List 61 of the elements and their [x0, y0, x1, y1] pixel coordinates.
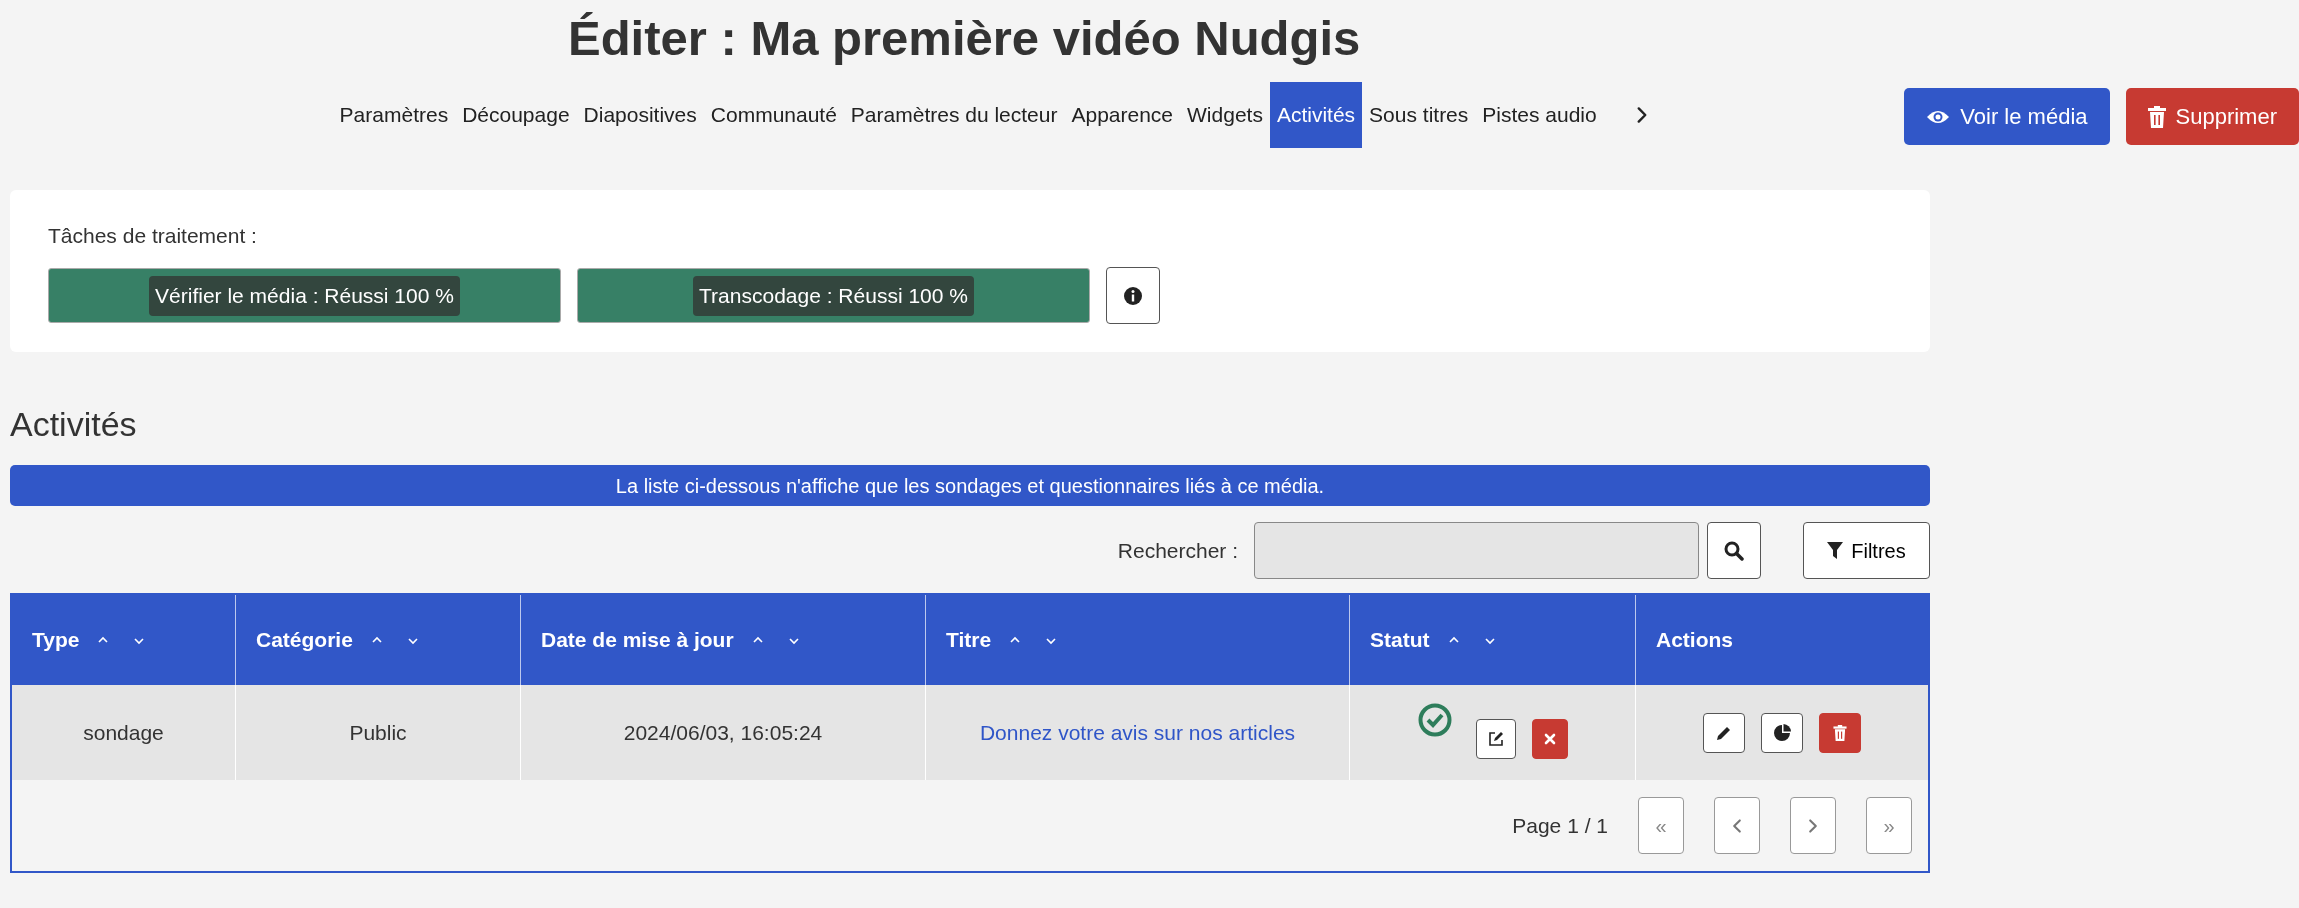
progress-label: Vérifier le média : Réussi 100 % [149, 276, 460, 316]
eye-icon [1926, 108, 1951, 125]
sort-icon [1447, 635, 1496, 646]
search-button[interactable] [1707, 522, 1761, 580]
column-header: Statut [1370, 627, 1430, 654]
pencil-icon [1716, 724, 1732, 741]
chevron-left-icon [1731, 816, 1743, 835]
search-field[interactable] [1254, 522, 1699, 580]
delete-button[interactable] [1819, 712, 1861, 753]
page-indicator: Page 1 / 1 [1512, 812, 1608, 839]
table-cell-text: 2024/06/03, 16:05:24 [623, 719, 823, 746]
tab[interactable]: Activités [1269, 81, 1363, 148]
sort-icon [97, 635, 146, 646]
last-page-button[interactable]: » [1866, 797, 1912, 855]
edit-button[interactable] [1703, 712, 1745, 753]
tab[interactable]: Widgets [1180, 81, 1270, 148]
processing-label: Tâches de traitement : [48, 222, 258, 249]
filter-icon [1827, 541, 1844, 560]
edit-button[interactable] [1475, 718, 1516, 759]
remove-button[interactable] [1531, 718, 1568, 759]
edit-icon [1487, 730, 1504, 747]
tab[interactable]: Paramètres [332, 81, 456, 148]
search-label: Rechercher : [1117, 537, 1238, 564]
column-header: Type [32, 627, 80, 654]
trash-icon [1833, 724, 1847, 741]
column-header: Titre [946, 627, 992, 654]
sort-icon [370, 635, 419, 646]
trash-icon [2147, 105, 2166, 128]
tab[interactable]: Communauté [703, 81, 844, 148]
title-link[interactable]: Donnez votre avis sur nos articles [979, 716, 1296, 749]
chevron-right-icon [1634, 105, 1649, 124]
column-header: Catégorie [256, 627, 353, 654]
tab[interactable]: Pistes audio [1475, 81, 1604, 148]
table-cell-text: Public [349, 719, 407, 746]
sort-icon [751, 635, 800, 646]
statistics-button[interactable] [1761, 712, 1803, 753]
delete-button[interactable]: Supprimer [2125, 88, 2299, 145]
chevron-right-icon [1807, 816, 1819, 835]
table-cell-text: sondage [83, 719, 164, 746]
pie-chart-icon [1773, 723, 1791, 742]
previous-page-button[interactable] [1714, 797, 1760, 855]
tab[interactable]: Sous titres [1362, 81, 1476, 148]
close-icon [1543, 732, 1556, 745]
info-icon [1123, 285, 1143, 306]
next-page-button[interactable] [1790, 797, 1836, 855]
search-icon [1724, 540, 1744, 561]
first-page-button[interactable]: « [1638, 797, 1684, 855]
tab[interactable]: Diapositives [576, 81, 704, 148]
view-media-button[interactable]: Voir le média [1904, 88, 2110, 145]
column-header: Date de mise à jour [541, 627, 734, 654]
filters-button[interactable]: Filtres [1803, 522, 1930, 580]
info-banner: La liste ci-dessous n'affiche que les sondages et questionnaires liés à ce média. [10, 465, 1930, 507]
column-header: Actions [1656, 627, 1733, 654]
section-title: Activités [10, 404, 138, 446]
tab[interactable]: Paramètres du lecteur [843, 81, 1065, 148]
page-title: Éditer : Ma première vidéo Nudgis [568, 12, 1361, 66]
tab[interactable]: Découpage [455, 81, 577, 148]
info-button[interactable] [1106, 267, 1160, 325]
sort-icon [1009, 635, 1058, 646]
tab[interactable]: Apparence [1064, 81, 1181, 148]
progress-label: Transcodage : Réussi 100 % [693, 276, 974, 316]
